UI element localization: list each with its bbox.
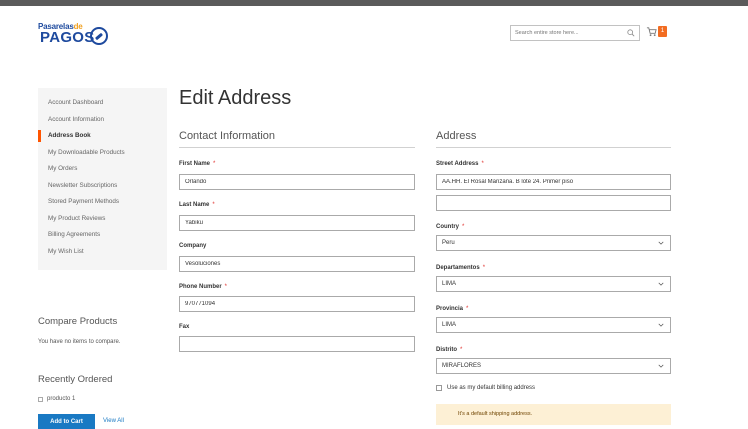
nav-item-downloadable-products[interactable]: My Downloadable Products xyxy=(38,145,167,162)
provincia-select[interactable]: LIMA xyxy=(436,317,671,333)
cart-icon[interactable] xyxy=(646,26,657,37)
fax-field[interactable] xyxy=(179,336,415,352)
nav-item-address-book[interactable]: Address Book xyxy=(38,128,167,145)
nav-item-newsletter-subscriptions[interactable]: Newsletter Subscriptions xyxy=(38,178,167,195)
recent-item-name: producto 1 xyxy=(47,396,76,402)
street-address-label: Street Address * xyxy=(436,161,484,167)
view-all-link[interactable]: View All xyxy=(103,418,124,424)
last-name-label: Last Name * xyxy=(179,202,215,208)
default-billing-label: Use as my default billing address xyxy=(447,385,536,391)
address-divider xyxy=(436,147,671,148)
search-icon[interactable] xyxy=(627,29,635,37)
departamentos-select[interactable]: LIMA xyxy=(436,276,671,292)
nav-item-stored-payment-methods[interactable]: Stored Payment Methods xyxy=(38,194,167,211)
distrito-select[interactable]: MIRAFLORES xyxy=(436,358,671,374)
distrito-label: Distrito * xyxy=(436,347,463,353)
departamentos-selected-value: LIMA xyxy=(442,281,457,287)
chevron-down-icon xyxy=(658,282,664,286)
company-field[interactable] xyxy=(179,256,415,272)
country-selected-value: Peru xyxy=(442,240,455,246)
country-select[interactable]: Peru xyxy=(436,235,671,251)
minicart[interactable]: 1 xyxy=(646,25,670,39)
first-name-field[interactable] xyxy=(179,174,415,190)
provincia-selected-value: LIMA xyxy=(442,322,457,328)
company-label: Company xyxy=(179,243,207,249)
recent-item-checkbox[interactable] xyxy=(38,396,43,402)
nav-item-wish-list[interactable]: My Wish List xyxy=(38,244,167,261)
street-address-line2-field[interactable] xyxy=(436,195,671,211)
nav-item-account-dashboard[interactable]: Account Dashboard xyxy=(38,95,167,112)
logo-seal-icon xyxy=(90,27,108,45)
phone-number-field[interactable] xyxy=(179,296,415,312)
default-billing-checkbox[interactable] xyxy=(436,385,442,391)
default-shipping-notice: It's a default shipping address. xyxy=(436,404,671,425)
fax-label: Fax xyxy=(179,324,190,330)
first-name-label: First Name * xyxy=(179,161,216,167)
add-to-cart-button[interactable]: Add to Cart xyxy=(38,414,95,429)
departamentos-label: Departamentos * xyxy=(436,265,486,271)
page-title: Edit Address xyxy=(179,87,292,109)
country-label: Country * xyxy=(436,224,465,230)
nav-item-my-orders[interactable]: My Orders xyxy=(38,161,167,178)
recent-order-item[interactable]: producto 1 xyxy=(38,396,75,402)
recently-ordered-title: Recently Ordered xyxy=(38,374,113,385)
nav-item-account-information[interactable]: Account Information xyxy=(38,112,167,129)
compare-products-title: Compare Products xyxy=(38,316,118,327)
provincia-label: Provincia * xyxy=(436,306,469,312)
last-name-field[interactable] xyxy=(179,215,415,231)
search-box[interactable] xyxy=(510,25,640,41)
cart-count-badge: 1 xyxy=(658,26,667,37)
nav-item-billing-agreements[interactable]: Billing Agreements xyxy=(38,227,167,244)
contact-divider xyxy=(179,147,415,148)
address-legend: Address xyxy=(436,130,477,142)
search-input[interactable] xyxy=(511,26,619,40)
default-billing-option[interactable]: Use as my default billing address xyxy=(436,385,535,391)
phone-number-label: Phone Number * xyxy=(179,284,228,290)
site-logo[interactable]: Pasarelasde PAGOS xyxy=(38,22,118,48)
top-bar xyxy=(0,0,748,6)
chevron-down-icon xyxy=(658,241,664,245)
logo-text-main: PAGOS xyxy=(40,29,95,46)
contact-information-legend: Contact Information xyxy=(179,130,275,142)
chevron-down-icon xyxy=(658,323,664,327)
nav-item-product-reviews[interactable]: My Product Reviews xyxy=(38,211,167,228)
street-address-line1-field[interactable] xyxy=(436,174,671,190)
chevron-down-icon xyxy=(658,364,664,368)
distrito-selected-value: MIRAFLORES xyxy=(442,363,482,369)
account-nav: Account Dashboard Account Information Ad… xyxy=(38,88,167,270)
compare-empty-text: You have no items to compare. xyxy=(38,339,121,345)
